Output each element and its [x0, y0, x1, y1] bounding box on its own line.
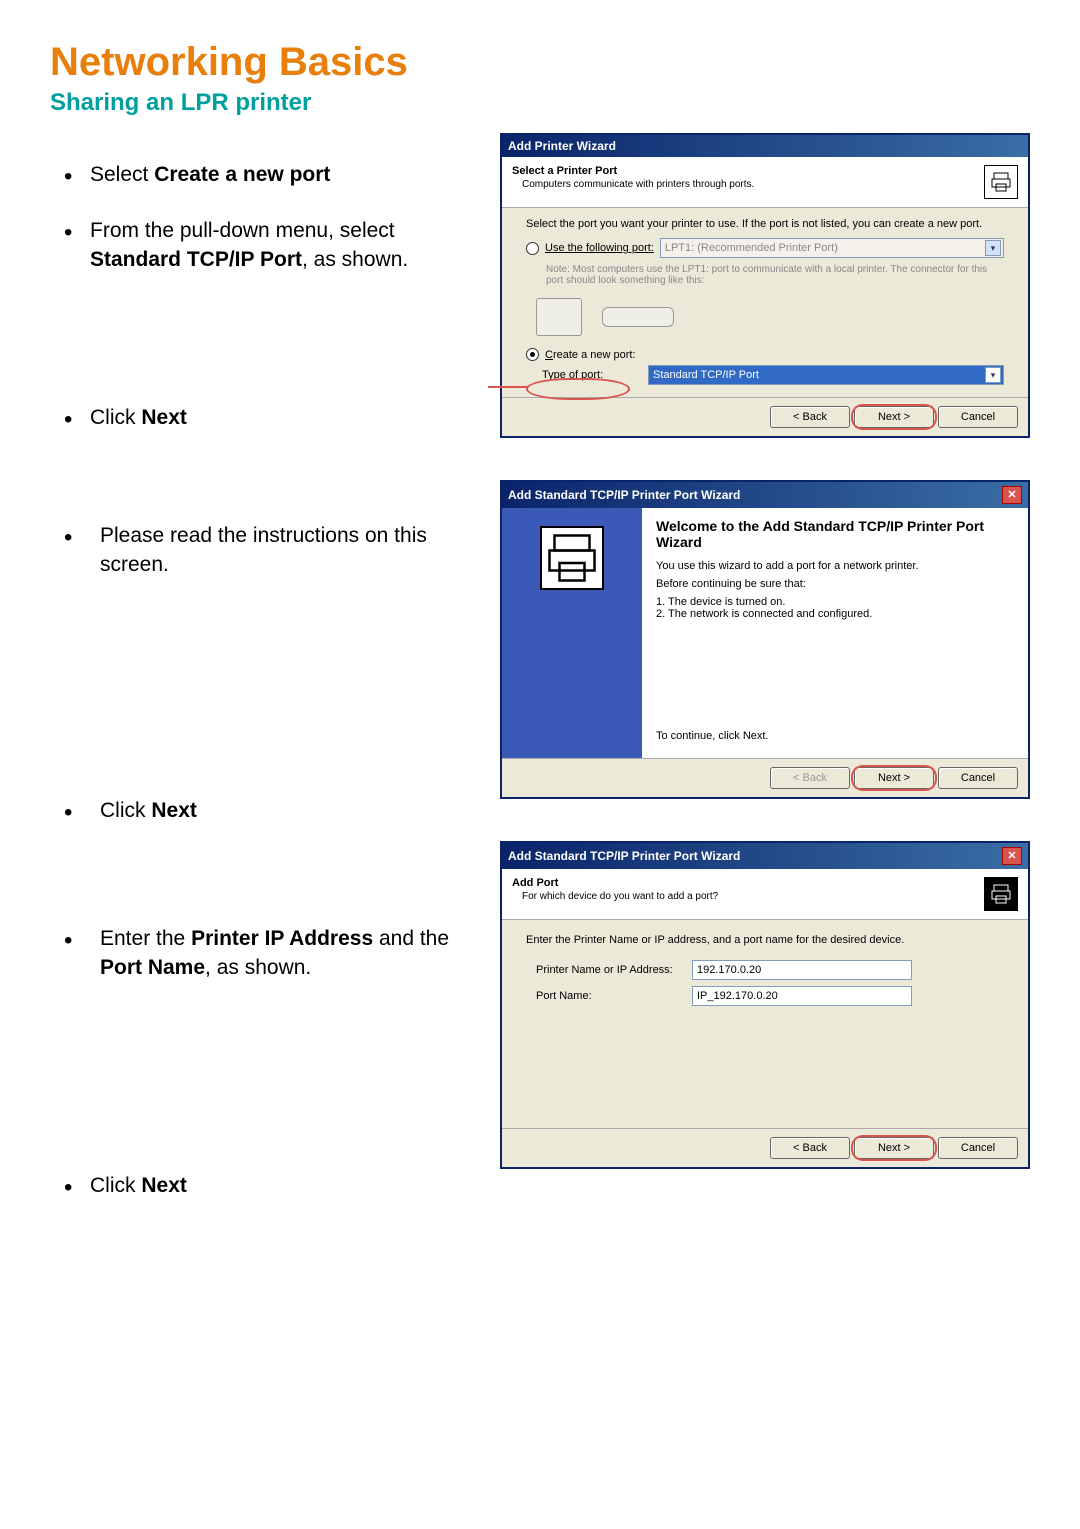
welcome-text: Before continuing be sure that: — [656, 578, 1014, 590]
welcome-text: 2. The network is connected and configur… — [656, 608, 1014, 620]
close-button[interactable]: ✕ — [1002, 847, 1022, 865]
port-dropdown-disabled: LPT1: (Recommended Printer Port) ▾ — [660, 238, 1004, 258]
chevron-down-icon: ▾ — [985, 240, 1001, 256]
welcome-text: You use this wizard to add a port for a … — [656, 560, 1014, 572]
create-new-port-label: Create a new port: — [545, 349, 636, 361]
page-title: Networking Basics — [50, 40, 1030, 85]
printer-address-input[interactable]: 192.170.0.20 — [692, 960, 912, 980]
port-name-input[interactable]: IP_192.170.0.20 — [692, 986, 912, 1006]
wizard-sidebar — [502, 508, 642, 758]
port-name-label: Port Name: — [536, 990, 686, 1002]
dialog-title-text: Add Standard TCP/IP Printer Port Wizard — [508, 488, 740, 502]
instruction-list: Select Create a new port From the pull-d… — [50, 161, 480, 1200]
dialog-body-text: Enter the Printer Name or IP address, an… — [526, 934, 1004, 946]
use-following-port-label: Use the following port: — [545, 242, 654, 254]
dialog-titlebar: Add Standard TCP/IP Printer Port Wizard … — [502, 482, 1028, 508]
welcome-title: Welcome to the Add Standard TCP/IP Print… — [656, 518, 1014, 550]
dialog-title-text: Add Standard TCP/IP Printer Port Wizard — [508, 849, 740, 863]
instruction-item: Enter the Printer IP Address and the Por… — [50, 925, 480, 982]
printer-icon — [984, 165, 1018, 199]
cancel-button[interactable]: Cancel — [938, 1137, 1018, 1159]
chevron-down-icon: ▾ — [985, 367, 1001, 383]
dialog-titlebar: Add Printer Wizard — [502, 135, 1028, 157]
instruction-item: Click Next — [50, 797, 480, 825]
next-button[interactable]: Next > — [854, 767, 934, 789]
instruction-item: Please read the instructions on this scr… — [50, 522, 480, 579]
port-note: Note: Most computers use the LPT1: port … — [546, 264, 1004, 286]
add-printer-wizard-dialog: Add Printer Wizard Select a Printer Port… — [500, 133, 1030, 438]
dialog-header-title: Add Port — [512, 877, 976, 889]
port-type-dropdown[interactable]: Standard TCP/IP Port ▾ — [648, 365, 1004, 385]
instruction-item: Click Next — [50, 404, 480, 432]
next-button[interactable]: Next > — [854, 1137, 934, 1159]
instruction-item: From the pull-down menu, select Standard… — [50, 217, 480, 274]
dialog-header-subtitle: Computers communicate with printers thro… — [512, 179, 976, 190]
back-button: < Back — [770, 767, 850, 789]
close-button[interactable]: ✕ — [1002, 486, 1022, 504]
printer-icon — [984, 877, 1018, 911]
dialog-title-text: Add Printer Wizard — [508, 139, 616, 153]
create-new-port-radio[interactable] — [526, 348, 539, 361]
next-button[interactable]: Next > — [854, 406, 934, 428]
dialog-body-text: Select the port you want your printer to… — [526, 218, 1004, 230]
printer-address-label: Printer Name or IP Address: — [536, 964, 686, 976]
dialog-header-title: Select a Printer Port — [512, 165, 976, 177]
tcpip-welcome-dialog: Add Standard TCP/IP Printer Port Wizard … — [500, 480, 1030, 799]
back-button[interactable]: < Back — [770, 1137, 850, 1159]
page-subtitle: Sharing an LPR printer — [50, 89, 1030, 117]
welcome-text: 1. The device is turned on. — [656, 596, 1014, 608]
printer-icon — [540, 526, 604, 590]
port-illustration — [536, 292, 1004, 342]
instruction-item: Select Create a new port — [50, 161, 480, 189]
use-following-port-radio[interactable] — [526, 242, 539, 255]
welcome-continue-text: To continue, click Next. — [656, 730, 1014, 742]
tcpip-add-port-dialog: Add Standard TCP/IP Printer Port Wizard … — [500, 841, 1030, 1169]
instruction-item: Click Next — [50, 1172, 480, 1200]
dialog-titlebar: Add Standard TCP/IP Printer Port Wizard … — [502, 843, 1028, 869]
back-button[interactable]: < Back — [770, 406, 850, 428]
cancel-button[interactable]: Cancel — [938, 406, 1018, 428]
cancel-button[interactable]: Cancel — [938, 767, 1018, 789]
dialog-header-subtitle: For which device do you want to add a po… — [512, 891, 976, 902]
